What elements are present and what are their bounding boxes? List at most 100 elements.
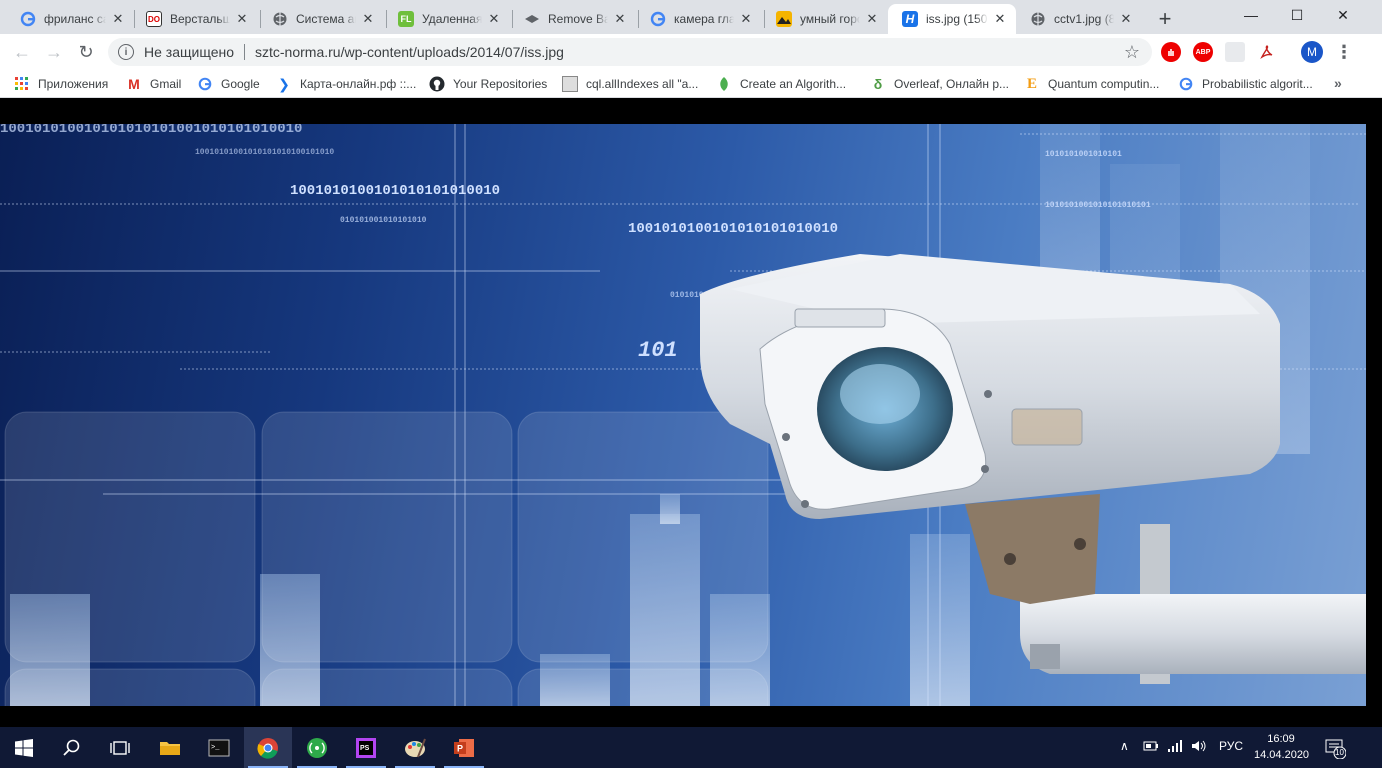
bookmarks-bar: Приложения M Gmail Google ❯ Карта-онлайн… — [0, 70, 1382, 98]
bookmark-star-icon[interactable]: ☆ — [1124, 42, 1140, 63]
language-indicator[interactable]: РУС — [1219, 739, 1243, 753]
arrow-icon: ❯ — [278, 75, 290, 92]
close-window-button[interactable]: ✕ — [1320, 0, 1366, 30]
binary-text: 1010101001010101010101 — [1045, 201, 1151, 210]
tab-sistema[interactable]: Система ав ✕ — [258, 4, 384, 34]
image-icon — [562, 76, 578, 92]
broadcast-icon — [307, 737, 327, 758]
date-text: 14.04.2020 — [1254, 749, 1310, 761]
volume-icon[interactable] — [1191, 739, 1207, 756]
binary-text: 101 — [638, 338, 678, 363]
bookmark-karta[interactable]: ❯ Карта-онлайн.рф ::... — [276, 75, 416, 93]
close-icon[interactable]: ✕ — [612, 11, 628, 27]
google-g-icon — [1178, 76, 1194, 92]
overleaf-icon: δ — [873, 76, 883, 92]
taskbar-paint[interactable] — [391, 727, 439, 768]
notification-count: 10 — [1335, 748, 1344, 757]
url-text[interactable]: sztc-norma.ru/wp-content/uploads/2014/07… — [255, 44, 564, 60]
terminal-icon: >_ — [208, 739, 230, 756]
close-icon[interactable]: ✕ — [738, 11, 754, 27]
close-icon[interactable]: ✕ — [360, 11, 376, 27]
taskbar-powerpoint[interactable]: P — [440, 727, 488, 768]
new-tab-button[interactable]: + — [1152, 6, 1178, 32]
cctv-camera-image: 100101010010101010101001010101010010 100… — [0, 124, 1366, 706]
reload-button[interactable]: ↻ — [72, 38, 100, 66]
adblock-icon[interactable] — [1161, 42, 1181, 62]
bookmark-apps[interactable]: Приложения — [14, 75, 108, 93]
signal-icon[interactable] — [1167, 739, 1183, 756]
close-icon[interactable]: ✕ — [992, 11, 1008, 27]
battery-icon[interactable] — [1143, 739, 1159, 756]
close-icon[interactable]: ✕ — [234, 11, 250, 27]
tab-kamera[interactable]: камера гла ✕ — [636, 4, 762, 34]
tab-strip: фриланс са ✕ DO Верстальщ ✕ Система ав ✕… — [0, 0, 1382, 34]
bookmark-label: Приложения — [38, 77, 109, 91]
bookmark-label: Quantum computin... — [1048, 77, 1160, 91]
binary-text: 100101010010101010101001010101010010 — [0, 124, 302, 137]
task-view-icon — [110, 740, 130, 755]
apps-grid-icon — [14, 76, 30, 92]
binary-text: 10010101001010101010100101010 — [195, 148, 334, 157]
taskbar-file-explorer[interactable] — [146, 727, 194, 768]
tab-cctv1-jpg[interactable]: cctv1.jpg (8 ✕ — [1016, 4, 1142, 34]
bookmark-label: Google — [221, 77, 260, 91]
time-text: 16:09 — [1267, 733, 1295, 745]
bookmark-probabilistic[interactable]: Probabilistic algorit... — [1178, 75, 1313, 93]
browser-toolbar: ← → ↻ i Не защищено sztc-norma.ru/wp-con… — [0, 34, 1382, 70]
bookmark-quantum[interactable]: E Quantum computin... — [1024, 75, 1159, 93]
bookmark-github[interactable]: Your Repositories — [429, 75, 547, 93]
cctv-illustration: 100101010010101010101001010101010010 100… — [0, 124, 1366, 706]
bookmark-gmail[interactable]: M Gmail — [126, 75, 181, 93]
google-g-icon — [650, 11, 666, 27]
taskbar-terminal[interactable]: >_ — [195, 727, 243, 768]
show-hidden-icons-button[interactable]: ∧ — [1120, 739, 1129, 753]
tab-iss-jpg[interactable]: H iss.jpg (150 ✕ — [888, 4, 1016, 34]
chrome-icon — [257, 737, 278, 759]
menu-icon[interactable]: ⋮ — [1334, 40, 1354, 64]
adblock-plus-icon[interactable]: ABP — [1193, 42, 1213, 62]
close-icon[interactable]: ✕ — [1118, 11, 1134, 27]
notifications-button[interactable]: 10 — [1324, 737, 1347, 760]
start-button[interactable] — [0, 727, 48, 768]
bookmarks-overflow-button[interactable]: » — [1334, 75, 1342, 91]
address-bar[interactable]: i Не защищено sztc-norma.ru/wp-content/u… — [108, 38, 1152, 66]
bookmark-algorithm[interactable]: Create an Algorith... — [716, 75, 846, 93]
tab-udalennaya[interactable]: FL Удаленная ✕ — [384, 4, 510, 34]
minimize-button[interactable]: — — [1228, 0, 1274, 30]
tab-umny-gorod[interactable]: умный горс ✕ — [762, 4, 888, 34]
maximize-button[interactable]: ☐ — [1274, 0, 1320, 30]
bookmark-overleaf[interactable]: δ Overleaf, Онлайн р... — [870, 75, 1009, 93]
tab-verstalshik[interactable]: DO Верстальщ ✕ — [132, 4, 258, 34]
task-view-button[interactable] — [96, 727, 144, 768]
svg-text:>_: >_ — [211, 744, 220, 752]
vertical-scrollbar[interactable] — [1366, 98, 1382, 727]
info-icon[interactable]: i — [118, 44, 134, 60]
binary-text: 1001010100101010101010010 — [290, 183, 500, 199]
profile-avatar[interactable]: M — [1301, 41, 1323, 63]
back-button[interactable]: ← — [8, 38, 36, 66]
pdf-extension-icon[interactable] — [1257, 42, 1277, 62]
close-icon[interactable]: ✕ — [486, 11, 502, 27]
bookmark-google[interactable]: Google — [197, 75, 260, 93]
svg-text:P: P — [457, 743, 463, 753]
search-button[interactable] — [48, 727, 96, 768]
powerpoint-icon: P — [454, 738, 474, 757]
binary-text: 010101001010101010 — [340, 216, 427, 225]
close-icon[interactable]: ✕ — [864, 11, 880, 27]
globe-icon — [1030, 11, 1046, 27]
bookmark-cql[interactable]: cql.allIndexes all "a... — [562, 75, 698, 93]
tab-freelance[interactable]: фриланс са ✕ — [6, 4, 134, 34]
clock[interactable]: 16:09 14.04.2020 — [1254, 731, 1310, 763]
taskbar-network-app[interactable] — [293, 727, 341, 768]
tab-remove-bg[interactable]: Remove Bac ✕ — [510, 4, 636, 34]
taskbar-chrome[interactable] — [244, 727, 292, 768]
forward-button[interactable]: → — [40, 38, 68, 66]
fl-icon: FL — [398, 11, 414, 27]
taskbar-phpstorm[interactable]: PS — [342, 727, 390, 768]
svg-text:PS: PS — [360, 745, 370, 752]
remove-bg-icon — [524, 11, 540, 27]
camera-housing — [700, 254, 1280, 519]
close-icon[interactable]: ✕ — [110, 11, 126, 27]
extension-icon[interactable] — [1225, 42, 1245, 62]
security-label: Не защищено — [144, 44, 234, 60]
